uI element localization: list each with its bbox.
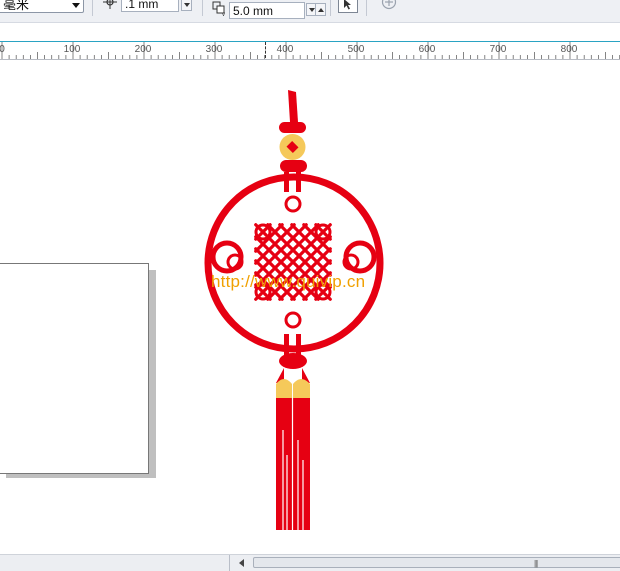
- side-loop-right: [343, 240, 377, 274]
- cord-strand: [296, 334, 301, 356]
- tassel-cap-right: [293, 379, 310, 398]
- scrollbar-grip: |||: [534, 559, 538, 568]
- watermark-text: http://www.quivip.cn: [211, 272, 366, 291]
- scrollbar-thumb[interactable]: [253, 557, 620, 568]
- scroll-left-arrow-icon[interactable]: [236, 557, 248, 569]
- lower-knot-bead: [279, 353, 307, 369]
- upper-knot-bead: [280, 160, 307, 172]
- scrollbar-divider: [229, 555, 230, 571]
- horizontal-scrollbar[interactable]: |||: [0, 554, 620, 571]
- side-loop-left: [210, 240, 244, 274]
- top-cord: [288, 90, 298, 122]
- top-knot-bead: [279, 122, 306, 133]
- lattice-loop: [284, 311, 302, 329]
- cord-strand: [284, 334, 289, 356]
- tassel-cap-left: [276, 379, 292, 398]
- knot-lattice: [226, 195, 360, 329]
- lattice-loop: [284, 195, 302, 213]
